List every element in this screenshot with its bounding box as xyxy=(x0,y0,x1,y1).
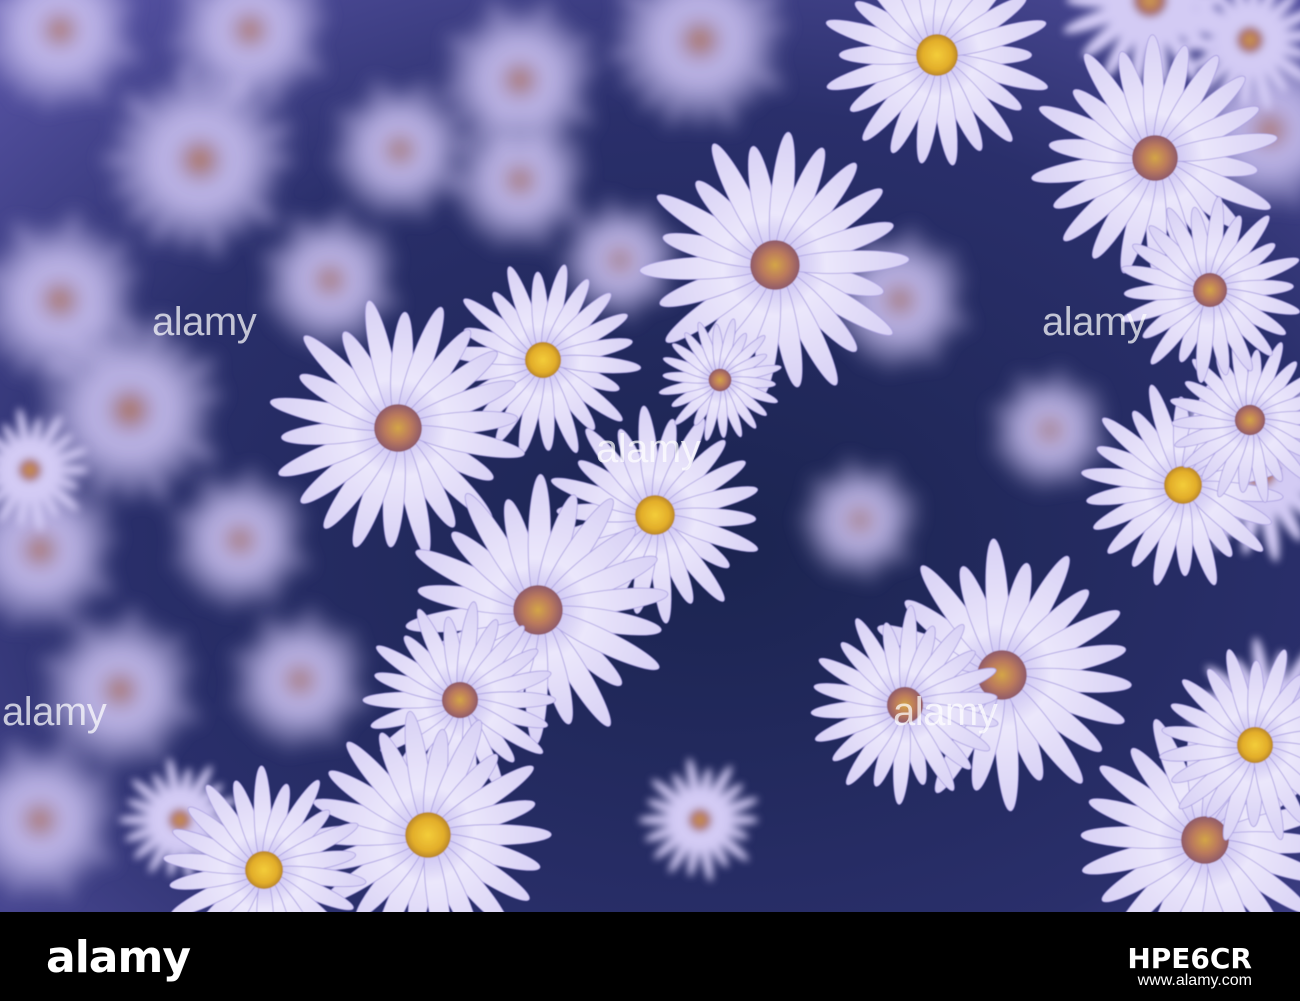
alamy-logo: alamy xyxy=(46,932,191,983)
aster-flowers-photo xyxy=(0,0,1300,912)
site-url: www.alamy.com xyxy=(1137,972,1252,989)
stock-photo: alamy alamy alamy alamy alamy xyxy=(0,0,1300,912)
footer-bar: alamy HPE6CR www.alamy.com xyxy=(0,912,1300,1001)
image-id: HPE6CR xyxy=(1127,942,1252,975)
